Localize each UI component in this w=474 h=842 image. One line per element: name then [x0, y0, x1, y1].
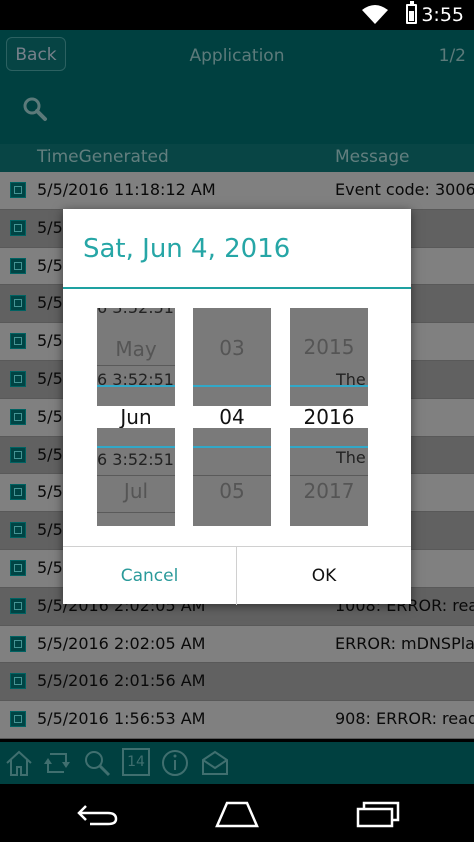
- year-picker[interactable]: 2015 The 2016 The 2017: [290, 308, 368, 526]
- row-message-overlay: The: [336, 448, 366, 467]
- row-time-overlay: 6 3:52:51: [97, 308, 174, 317]
- month-picker[interactable]: May 6 3:52:51 6 3:52:51 Jun 6 3:52:51 Ju…: [97, 308, 175, 526]
- day-picker[interactable]: 03 04 05: [193, 308, 271, 526]
- picker-divider: [193, 446, 271, 448]
- dialog-buttons: Cancel OK: [63, 546, 411, 605]
- navigation-bar: [0, 784, 474, 842]
- month-previous[interactable]: May: [97, 337, 175, 361]
- month-picker-upper[interactable]: May 6 3:52:51 6 3:52:51: [97, 308, 175, 406]
- year-next[interactable]: 2017: [290, 479, 368, 503]
- home-nav-icon[interactable]: [214, 800, 260, 828]
- month-selected: Jun: [120, 405, 152, 429]
- row-time-overlay: 6 3:52:51: [97, 450, 174, 469]
- cancel-button[interactable]: Cancel: [63, 547, 237, 605]
- battery-icon: [406, 1, 417, 24]
- recents-nav-icon[interactable]: [356, 800, 400, 828]
- day-picker-upper[interactable]: 03: [193, 308, 271, 406]
- year-picker-upper[interactable]: 2015 The: [290, 308, 368, 406]
- ok-button[interactable]: OK: [237, 547, 411, 605]
- day-selected: 04: [219, 405, 245, 429]
- month-next[interactable]: Jul: [97, 479, 175, 503]
- year-picker-lower[interactable]: The 2017: [290, 428, 368, 526]
- picker-divider: [193, 385, 271, 387]
- year-selected: 2016: [303, 405, 355, 429]
- status-bar: 3:55: [0, 0, 474, 30]
- picker-divider: [290, 385, 368, 387]
- back-nav-icon[interactable]: [76, 802, 118, 826]
- date-picker-dialog: Sat, Jun 4, 2016 May 6 3:52:51 6 3:52:51…: [63, 209, 411, 605]
- title-divider: [63, 287, 411, 289]
- picker-divider: [97, 446, 175, 448]
- day-next[interactable]: 05: [193, 479, 271, 503]
- day-previous[interactable]: 03: [193, 336, 271, 360]
- day-picker-lower[interactable]: 05: [193, 428, 271, 526]
- month-picker-lower[interactable]: 6 3:52:51 Jul: [97, 428, 175, 526]
- dialog-title: Sat, Jun 4, 2016: [83, 234, 291, 264]
- wifi-icon: [362, 5, 388, 24]
- picker-divider: [97, 385, 175, 387]
- status-time: 3:55: [421, 4, 464, 26]
- year-previous[interactable]: 2015: [290, 335, 368, 359]
